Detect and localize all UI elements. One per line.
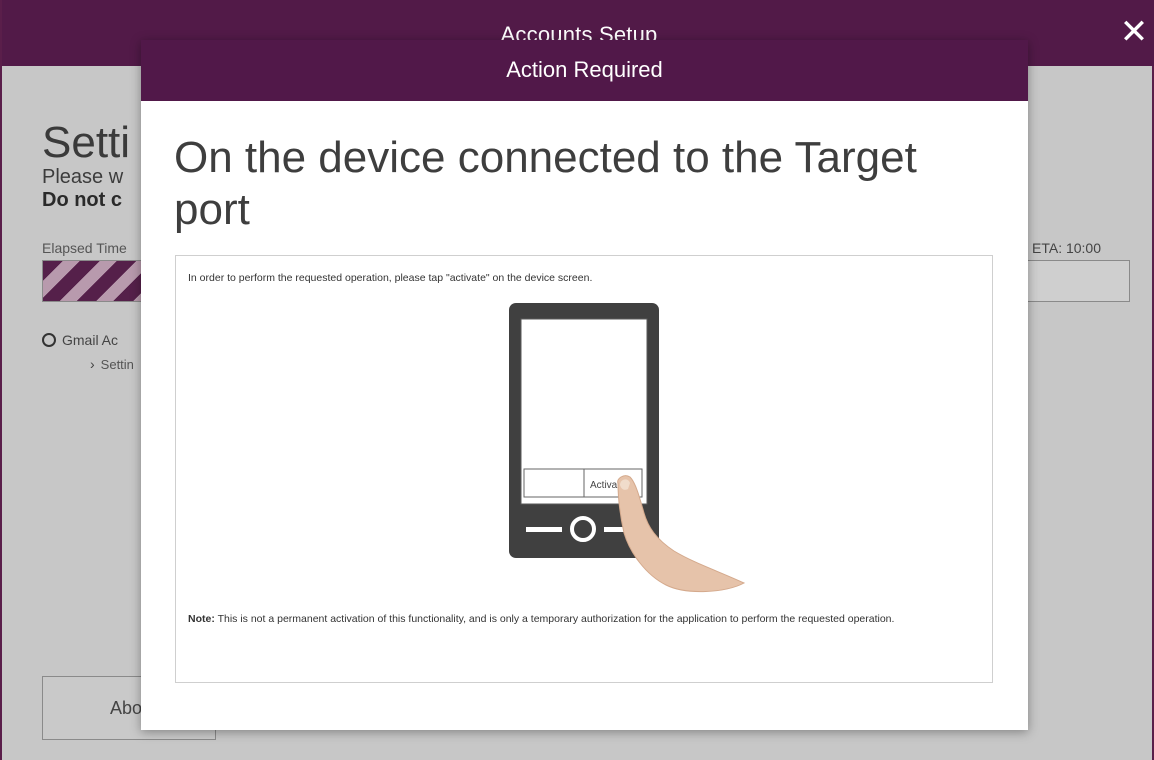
dialog-title: Action Required [506, 57, 663, 82]
close-icon[interactable]: ✕ [1118, 14, 1150, 50]
phone-tap-illustration: Activate [509, 303, 746, 592]
eta-label: ETA: 10:00 [1032, 240, 1102, 256]
circle-status-icon [42, 333, 56, 347]
elapsed-time-label: Elapsed Time [42, 240, 127, 256]
dialog-content-panel: In order to perform the requested operat… [175, 255, 993, 683]
note-label: Note: [188, 613, 215, 625]
task-label: Gmail Ac [62, 332, 119, 348]
page-warning: Do not c [42, 189, 122, 211]
note-body: This is not a permanent activation of th… [217, 613, 895, 625]
dialog-header: Action Required [141, 40, 1028, 101]
subtask-label: Settin [100, 356, 134, 372]
subtask-item: › Settin [90, 356, 134, 372]
action-required-dialog: Action Required On the device connected … [141, 40, 1028, 730]
note-text: Note: This is not a permanent activation… [188, 611, 988, 627]
page-subtitle: Please w [42, 166, 124, 188]
dialog-heading: On the device connected to the Target po… [174, 133, 917, 234]
chevron-right-icon: › [90, 356, 95, 372]
page-heading: Setti [42, 118, 131, 167]
phone-home-line-left [526, 527, 562, 532]
finger-illustration [617, 475, 746, 592]
phone-screen-field [523, 468, 585, 498]
instruction-text: In order to perform the requested operat… [188, 272, 593, 284]
task-item: Gmail Ac [42, 332, 118, 348]
